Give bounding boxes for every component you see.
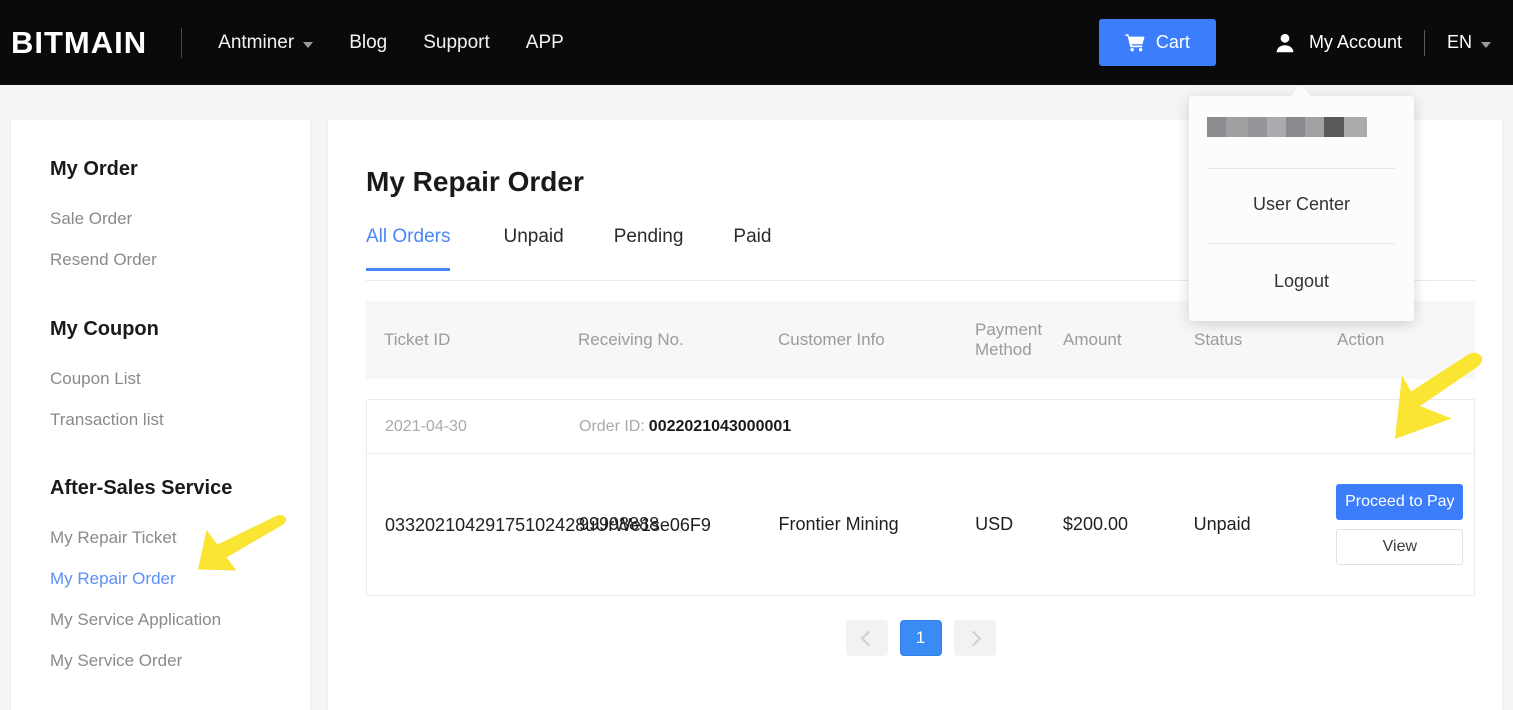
cart-button[interactable]: Cart [1099,19,1216,66]
pagination: 1 [366,620,1475,656]
chevron-down-icon [303,42,313,48]
language-selector[interactable]: EN [1447,32,1491,53]
nav-right-group: Cart My Account EN [1099,0,1513,85]
nav-links: Antminer Blog Support APP [182,32,564,54]
chevron-right-icon [965,630,981,646]
sidebar-group-title-my-coupon: My Coupon [11,318,159,341]
person-icon [1274,32,1296,54]
nav-item-support[interactable]: Support [423,32,490,54]
sidebar-item-sale-order[interactable]: Sale Order [11,208,132,230]
order-id-label: Order ID: [579,418,645,436]
column-header-amount: Amount [1063,330,1194,350]
tab-pending[interactable]: Pending [614,226,684,270]
column-header-customer-info: Customer Info [778,330,975,350]
sidebar-item-my-repair-ticket[interactable]: My Repair Ticket [11,527,177,549]
order-group-header: 2021-04-30 Order ID: 0022021043000001 [367,400,1474,454]
cart-button-label: Cart [1156,32,1190,53]
sidebar-group-title-my-order: My Order [11,158,138,181]
tab-unpaid[interactable]: Unpaid [503,226,563,270]
column-header-payment-method: Payment Method [975,320,1063,360]
top-navigation-bar: BITMAIN Antminer Blog Support APP Cart [0,0,1513,85]
page-title: My Repair Order [366,166,584,198]
my-account-menu-trigger[interactable]: My Account [1274,32,1402,54]
cell-receiving-no: 99998888 [579,514,779,535]
cell-customer-info: Frontier Mining [779,511,976,538]
language-label: EN [1447,32,1472,53]
cell-payment-method: USD [975,514,1063,535]
chevron-left-icon [860,630,876,646]
account-menu-pointer [1290,85,1312,97]
sidebar-item-my-repair-order[interactable]: My Repair Order [11,568,176,590]
proceed-to-pay-button[interactable]: Proceed to Pay [1336,484,1463,520]
sidebar-item-resend-order[interactable]: Resend Order [11,249,157,271]
column-header-action: Action [1337,330,1475,350]
account-menu-divider [1208,243,1395,244]
table-row: 03320210429175102428uUrWe1se06F9 9999888… [367,454,1474,595]
pagination-prev-button[interactable] [846,620,888,656]
tab-all-orders[interactable]: All Orders [366,226,450,270]
order-date: 2021-04-30 [367,418,579,436]
redacted-username [1207,117,1367,137]
pagination-page-1[interactable]: 1 [900,620,942,656]
orders-table: Ticket ID Receiving No. Customer Info Pa… [366,301,1475,596]
column-header-receiving-no: Receiving No. [578,330,778,350]
account-menu-divider [1208,168,1395,169]
order-group-card: 2021-04-30 Order ID: 0022021043000001 03… [366,399,1475,596]
bitmain-logo[interactable]: BITMAIN [11,25,147,61]
account-dropdown-menu: User Center Logout [1189,96,1414,321]
sidebar-item-transaction-list[interactable]: Transaction list [11,409,164,431]
column-header-ticket-id: Ticket ID [366,330,578,350]
cell-action: Proceed to Pay View [1336,484,1474,565]
cell-amount: $200.00 [1063,514,1194,535]
order-id-value: 0022021043000001 [649,418,791,436]
nav-item-antminer[interactable]: Antminer [218,32,313,54]
cell-status: Unpaid [1194,514,1337,535]
chevron-down-icon [1481,42,1491,48]
sidebar-item-my-service-application[interactable]: My Service Application [11,609,221,631]
my-account-label: My Account [1309,32,1402,53]
account-menu-item-user-center[interactable]: User Center [1189,194,1414,215]
tab-paid[interactable]: Paid [733,226,771,270]
sidebar-group-title-after-sales-service: After-Sales Service [11,477,232,500]
sidebar-item-coupon-list[interactable]: Coupon List [11,368,141,390]
sidebar: My Order Sale Order Resend Order My Coup… [11,120,310,710]
view-button[interactable]: View [1336,529,1463,565]
account-menu-item-logout[interactable]: Logout [1189,271,1414,292]
header-separator [1424,30,1425,56]
pagination-next-button[interactable] [954,620,996,656]
column-header-status: Status [1194,330,1337,350]
shopping-cart-icon [1125,33,1145,52]
nav-item-app[interactable]: APP [526,32,564,54]
nav-item-blog[interactable]: Blog [349,32,387,54]
nav-item-antminer-label: Antminer [218,32,294,54]
cell-ticket-id: 03320210429175102428uUrWe1se06F9 [367,512,579,538]
sidebar-item-my-service-order[interactable]: My Service Order [11,650,182,672]
